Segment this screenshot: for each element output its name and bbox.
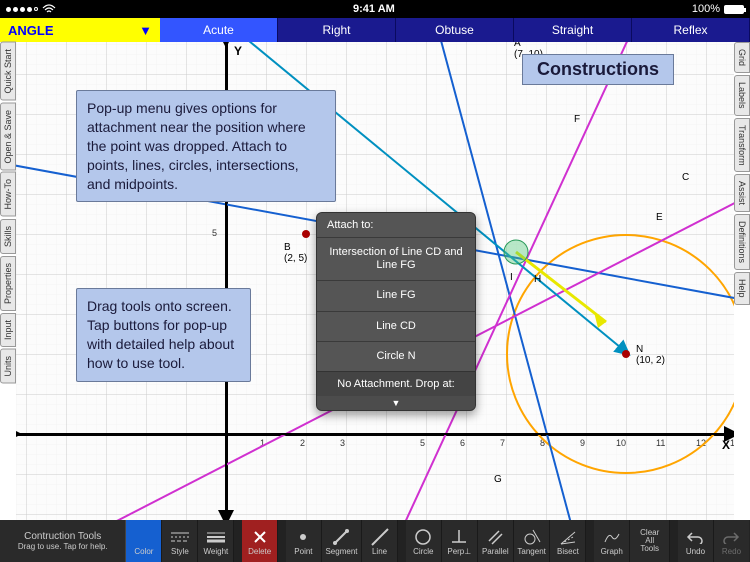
redo-icon [721,527,741,547]
popup-item-circle-n[interactable]: Circle N [317,341,475,371]
delete-icon [250,527,270,547]
bisect-tool[interactable]: Bisect [550,520,586,562]
side-skills[interactable]: Skills [0,219,16,254]
undo-tool[interactable]: Undo [678,520,714,562]
label-n: N(10, 2) [636,344,665,366]
tangent-icon [522,527,542,547]
tab-obtuse[interactable]: Obtuse [396,18,514,42]
side-properties[interactable]: Properties [0,256,16,311]
popup-item-line-cd[interactable]: Line CD [317,311,475,341]
graph-icon [602,527,622,547]
side-opensave[interactable]: Open & Save [0,103,16,171]
color-tool[interactable]: Color [126,520,162,562]
weight-tool[interactable]: Weight [198,520,234,562]
constructions-badge: Constructions [522,54,674,85]
side-assist[interactable]: Assist [734,174,750,212]
status-time: 9:41 AM [56,3,692,15]
side-howto[interactable]: How-To [0,172,16,217]
undo-icon [685,527,705,547]
attach-popup: Attach to: Intersection of Line CD and L… [316,212,476,411]
redo-tool[interactable]: Redo [714,520,750,562]
tangent-tool[interactable]: Tangent [514,520,551,562]
side-definitions[interactable]: Definitions [734,214,750,270]
clear-tool[interactable]: Clear All Tools [630,520,670,562]
line-tool[interactable]: Line [362,520,398,562]
side-help[interactable]: Help [734,272,750,305]
side-grid[interactable]: Grid [734,42,750,73]
perp-tool[interactable]: Perp⊥ [442,520,478,562]
popup-header: Attach to: [317,213,475,237]
left-side-tabs: Quick Start Open & Save How-To Skills Pr… [0,42,16,385]
right-side-tabs: Grid Labels Transform Assist Definitions… [734,42,750,307]
perp-icon [449,527,469,547]
label-f: F [574,114,580,125]
label-g: G [494,474,502,485]
popup-more-icon[interactable]: ▼ [317,396,475,410]
status-bar: 9:41 AM 100% [0,0,750,18]
point-tool[interactable]: Point [286,520,322,562]
style-tool[interactable]: Style [162,520,198,562]
line-icon [370,527,390,547]
segment-tool[interactable]: Segment [322,520,362,562]
color-icon [134,527,154,547]
label-h: H [534,274,541,285]
bottom-toolbar: Contruction Tools Drag to use. Tap for h… [0,520,750,562]
tab-bar: ANGLE ▼ Acute Right Obtuse Straight Refl… [0,18,750,42]
wifi-icon [42,4,56,14]
toolbar-info: Contruction Tools Drag to use. Tap for h… [0,520,126,562]
weight-icon [206,527,226,547]
tab-right[interactable]: Right [278,18,396,42]
tab-straight[interactable]: Straight [514,18,632,42]
side-transform[interactable]: Transform [734,118,750,173]
side-units[interactable]: Units [0,349,16,384]
circle-tool[interactable]: Circle [406,520,442,562]
dropdown-icon: ▼ [139,23,152,38]
parallel-tool[interactable]: Parallel [478,520,514,562]
point-b[interactable] [302,230,310,238]
status-battery: 100% [692,3,744,15]
segment-icon [331,527,351,547]
callout-attachment: Pop-up menu gives options for attachment… [76,90,336,202]
callout-drag-tools: Drag tools onto screen. Tap buttons for … [76,288,251,382]
tab-reflex[interactable]: Reflex [632,18,750,42]
style-icon [170,527,190,547]
status-signal [6,4,56,14]
popup-item-intersection[interactable]: Intersection of Line CD and Line FG [317,237,475,280]
graph-tool[interactable]: Graph [594,520,630,562]
label-c: C [682,172,689,183]
tab-acute[interactable]: Acute [160,18,278,42]
popup-item-line-fg[interactable]: Line FG [317,280,475,310]
side-input[interactable]: Input [0,313,16,347]
delete-tool[interactable]: Delete [242,520,278,562]
side-labels[interactable]: Labels [734,75,750,116]
angle-dropdown[interactable]: ANGLE ▼ [0,18,160,42]
circle-icon [413,527,433,547]
point-icon [293,527,313,547]
bisect-icon [558,527,578,547]
label-b: B(2, 5) [284,242,307,264]
label-i: I [510,272,513,283]
point-n[interactable] [622,350,630,358]
popup-no-attachment[interactable]: No Attachment. Drop at: [317,371,475,396]
geometry-canvas[interactable]: X Y 1 2 3 5 6 7 8 9 10 11 12 13 5 10 [16,42,734,520]
label-e: E [656,212,663,223]
side-quickstart[interactable]: Quick Start [0,42,16,101]
parallel-icon [485,527,505,547]
